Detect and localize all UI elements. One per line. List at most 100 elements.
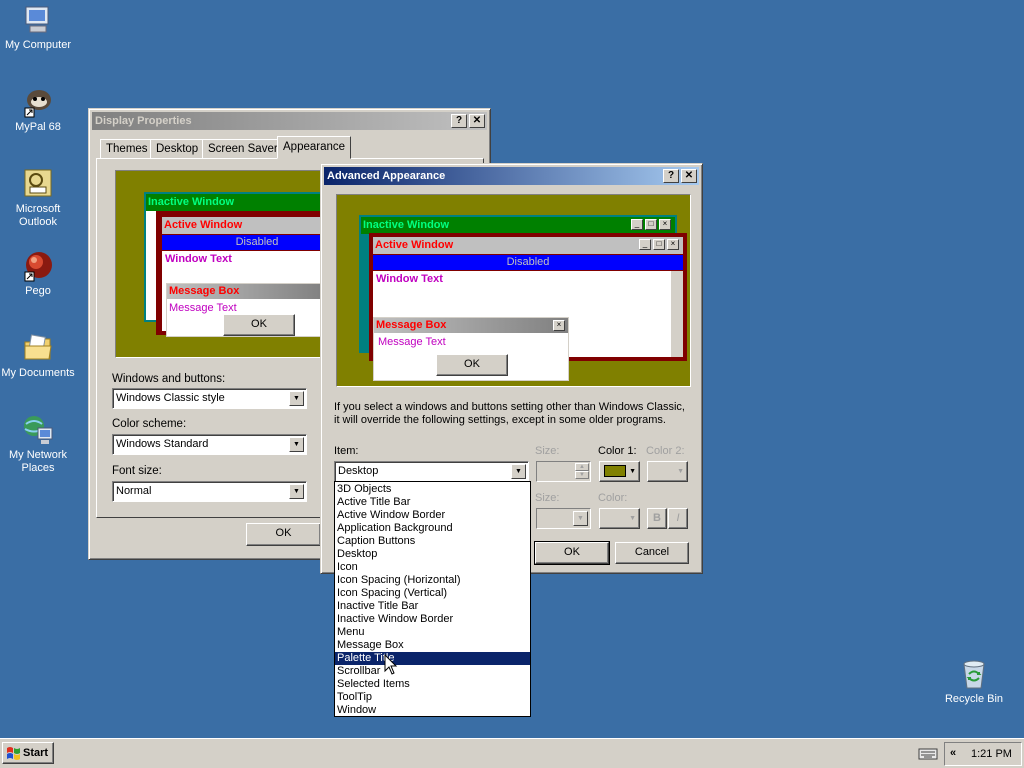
desktop-icon-label: Microsoft Outlook xyxy=(15,203,61,228)
list-item[interactable]: Icon Spacing (Vertical) xyxy=(335,587,530,600)
tab-themes[interactable]: Themes xyxy=(100,139,154,159)
help-button[interactable]: ? xyxy=(451,114,467,128)
font-size-dropdown[interactable]: Normal ▼ xyxy=(112,481,307,502)
list-item[interactable]: Palette Title xyxy=(335,652,530,665)
list-item[interactable]: Application Background xyxy=(335,522,530,535)
desktop-icon-outlook[interactable]: Microsoft Outlook xyxy=(0,168,76,229)
close-icon: × xyxy=(553,320,565,331)
list-item[interactable]: 3D Objects xyxy=(335,483,530,496)
ok-button[interactable]: OK xyxy=(534,541,610,565)
outlook-icon xyxy=(22,168,54,200)
network-icon xyxy=(22,414,54,446)
help-button[interactable]: ? xyxy=(663,169,679,183)
list-item[interactable]: Active Window Border xyxy=(335,509,530,522)
desktop-icon-label: My Computer xyxy=(4,39,72,51)
recycle-bin-icon xyxy=(958,658,990,690)
item-dropdown[interactable]: Desktop ▼ xyxy=(334,461,529,482)
close-icon: × xyxy=(659,219,671,230)
windows-buttons-value: Windows Classic style xyxy=(116,392,225,404)
desktop-icon-label: MyPal 68 xyxy=(15,121,61,133)
mouse-cursor-icon xyxy=(384,654,398,675)
window-title: Display Properties xyxy=(95,115,192,127)
tray-chevron-icon[interactable]: « xyxy=(950,747,956,759)
font-color-label: Color: xyxy=(598,492,628,504)
dropdown-arrow-icon[interactable]: ▼ xyxy=(289,391,304,406)
desktop-icon-label: Recycle Bin xyxy=(944,693,1004,705)
cancel-button[interactable]: Cancel xyxy=(615,542,689,564)
preview-active-title: Active Window xyxy=(373,237,683,254)
list-item[interactable]: Message Box xyxy=(335,639,530,652)
clock[interactable]: 1:21 PM xyxy=(971,748,1012,760)
desktop-icon-mypal[interactable]: MyPal 68 xyxy=(0,86,76,134)
desktop-icon-my-documents[interactable]: My Documents xyxy=(0,332,76,380)
preview-inactive-title: Inactive Window xyxy=(361,217,675,234)
color-scheme-dropdown[interactable]: Windows Standard ▼ xyxy=(112,434,307,455)
font-size-value: Normal xyxy=(116,485,152,497)
list-item[interactable]: Scrollbar xyxy=(335,665,530,678)
dropdown-arrow-icon: ▼ xyxy=(629,468,636,475)
dialog-title: Advanced Appearance xyxy=(327,170,446,182)
dropdown-arrow-icon[interactable]: ▼ xyxy=(511,464,526,479)
computer-icon xyxy=(22,4,54,36)
close-button[interactable]: ✕ xyxy=(681,169,697,183)
list-item[interactable]: Icon xyxy=(335,561,530,574)
close-button[interactable]: ✕ xyxy=(469,114,485,128)
list-item[interactable]: Inactive Title Bar xyxy=(335,600,530,613)
preview-message-box: Message Box × Message Text OK xyxy=(373,317,569,381)
size-spinner: ▲ ▼ xyxy=(536,461,591,482)
font-size-dropdown: ▼ xyxy=(536,508,591,529)
list-item[interactable]: Icon Spacing (Horizontal) xyxy=(335,574,530,587)
tab-appearance[interactable]: Appearance xyxy=(277,136,352,159)
font-size-label: Font size: xyxy=(112,465,162,477)
desktop-icon-network[interactable]: My Network Places xyxy=(0,414,76,475)
advanced-preview[interactable]: Inactive Window _ □ × Active Window _ □ … xyxy=(336,194,691,387)
dropdown-arrow-icon[interactable]: ▼ xyxy=(289,484,304,499)
desktop-icon-label: My Documents xyxy=(1,367,75,379)
spin-down-icon: ▼ xyxy=(575,471,589,479)
italic-button: I xyxy=(668,508,688,529)
desktop-icon-my-computer[interactable]: My Computer xyxy=(0,4,76,52)
list-item[interactable]: Desktop xyxy=(335,548,530,561)
dropdown-arrow-icon: ▼ xyxy=(573,511,588,526)
appearance-preview: Inactive Window Active Window Disabled W… xyxy=(115,170,356,358)
maximize-icon: □ xyxy=(653,239,665,250)
preview-message-text: Message Text xyxy=(169,302,237,314)
windows-buttons-dropdown[interactable]: Windows Classic style ▼ xyxy=(112,388,307,409)
start-button[interactable]: Start xyxy=(2,742,54,764)
keyboard-icon[interactable] xyxy=(918,747,938,761)
preview-ok-button: OK xyxy=(223,314,295,336)
folder-icon xyxy=(22,332,54,364)
advanced-appearance-titlebar[interactable]: Advanced Appearance ? ✕ xyxy=(324,167,699,185)
list-item[interactable]: ToolTip xyxy=(335,691,530,704)
dropdown-arrow-icon[interactable]: ▼ xyxy=(289,437,304,452)
color-scheme-value: Windows Standard xyxy=(116,438,209,450)
size-label: Size: xyxy=(535,445,560,457)
desktop-icon-pego[interactable]: Pego xyxy=(0,250,76,298)
item-dropdown-list[interactable]: 3D Objects Active Title Bar Active Window … xyxy=(334,481,531,717)
preview-ok-button: OK xyxy=(436,354,508,376)
minimize-icon: _ xyxy=(639,239,651,250)
desktop-icon-recycle-bin[interactable]: Recycle Bin xyxy=(936,658,1012,706)
info-text: If you select a windows and buttons sett… xyxy=(334,401,694,427)
list-item[interactable]: Menu xyxy=(335,626,530,639)
maximize-icon: □ xyxy=(645,219,657,230)
color1-picker[interactable]: ▼ xyxy=(599,461,640,482)
list-item[interactable]: Selected Items xyxy=(335,678,530,691)
item-value: Desktop xyxy=(338,465,379,477)
preview-message-text: Message Text xyxy=(378,336,446,348)
list-item[interactable]: Caption Buttons xyxy=(335,535,530,548)
start-label: Start xyxy=(23,747,49,759)
color1-swatch xyxy=(604,465,626,477)
display-properties-titlebar[interactable]: Display Properties ? ✕ xyxy=(92,112,487,130)
list-item[interactable]: Active Title Bar xyxy=(335,496,530,509)
minimize-icon: _ xyxy=(631,219,643,230)
list-item[interactable]: Window xyxy=(335,704,530,717)
ok-button[interactable]: OK xyxy=(246,523,321,546)
color2-label: Color 2: xyxy=(646,445,685,457)
preview-inactive-title: Inactive Window xyxy=(146,194,342,211)
tab-desktop[interactable]: Desktop xyxy=(150,139,205,159)
font-size-label: Size: xyxy=(535,492,560,504)
tab-screen-saver[interactable]: Screen Saver xyxy=(202,139,284,159)
list-item[interactable]: Inactive Window Border xyxy=(335,613,530,626)
taskbar: Start « 1:21 PM xyxy=(0,738,1024,768)
